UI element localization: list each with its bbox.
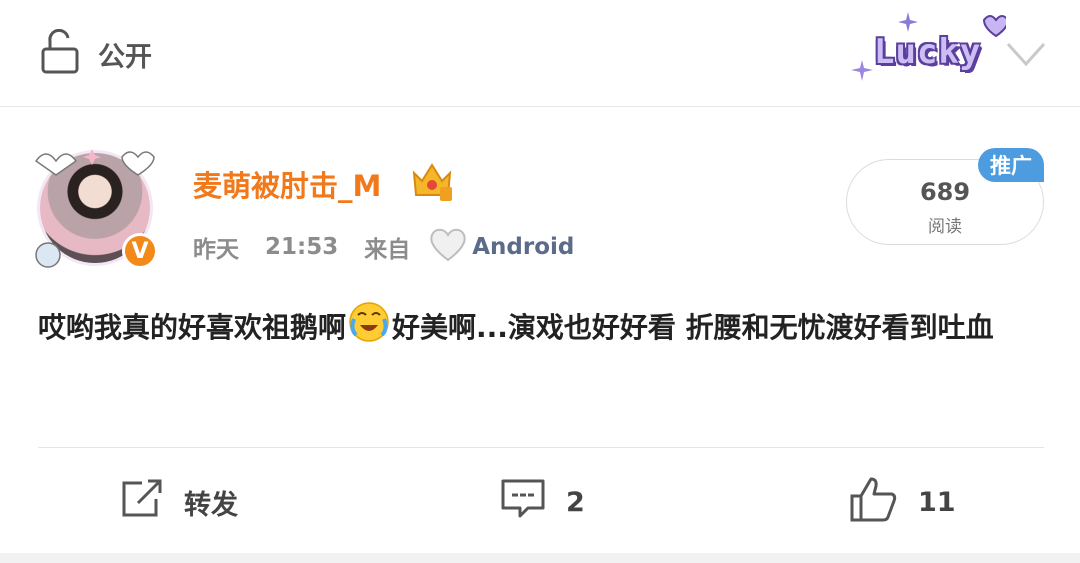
comment-count: 2: [566, 486, 585, 518]
post-time: 21:53: [265, 234, 339, 260]
view-count: 689: [919, 178, 971, 206]
crying-laugh-emoji-icon: [348, 301, 390, 363]
privacy-label: 公开: [98, 41, 152, 73]
avatar[interactable]: V: [30, 143, 160, 273]
unlock-icon: [40, 28, 80, 79]
like-button[interactable]: 11: [850, 477, 956, 524]
lucky-decoration: Lucky: [846, 10, 1006, 96]
action-bar: 转发 2 11: [0, 448, 1080, 553]
promote-badge[interactable]: 推广: [978, 148, 1044, 182]
post-text-part1: 哎哟我真的好喜欢祖鹅啊: [38, 311, 347, 344]
comment-button[interactable]: 2: [500, 478, 585, 527]
post-card: V 麦萌被肘击_M 昨天 21:53 来自 Android 689 阅读 推广 …: [0, 107, 1080, 553]
source-prefix: 来自: [364, 237, 411, 263]
top-bar: 公开 Lucky: [0, 0, 1080, 107]
post-content: 哎哟我真的好喜欢祖鹅啊 好美啊...演戏也好好看 折腰和无忧渡好看到吐血: [38, 299, 1048, 363]
chevron-down-icon[interactable]: [1004, 36, 1048, 72]
lucky-text: Lucky: [874, 32, 982, 72]
privacy-selector[interactable]: 公开: [40, 28, 152, 79]
comment-icon: [500, 478, 546, 527]
post-date: 昨天: [193, 237, 239, 263]
view-label: 阅读: [928, 217, 962, 237]
heart-icon: [428, 226, 468, 268]
post-text-part2: 好美啊...演戏也好好看 折腰和无忧渡好看到吐血: [392, 311, 994, 344]
post-meta: 昨天 21:53 来自 Android: [193, 227, 600, 267]
share-icon: [120, 479, 164, 526]
verified-badge: V: [122, 233, 158, 269]
like-count: 11: [918, 486, 956, 518]
username[interactable]: 麦萌被肘击_M: [193, 163, 381, 205]
repost-label: 转发: [184, 489, 238, 521]
device-name[interactable]: Android: [472, 234, 574, 260]
thumbs-up-icon: [850, 476, 898, 529]
repost-button[interactable]: 转发: [120, 479, 238, 526]
crown-icon: [408, 157, 456, 205]
